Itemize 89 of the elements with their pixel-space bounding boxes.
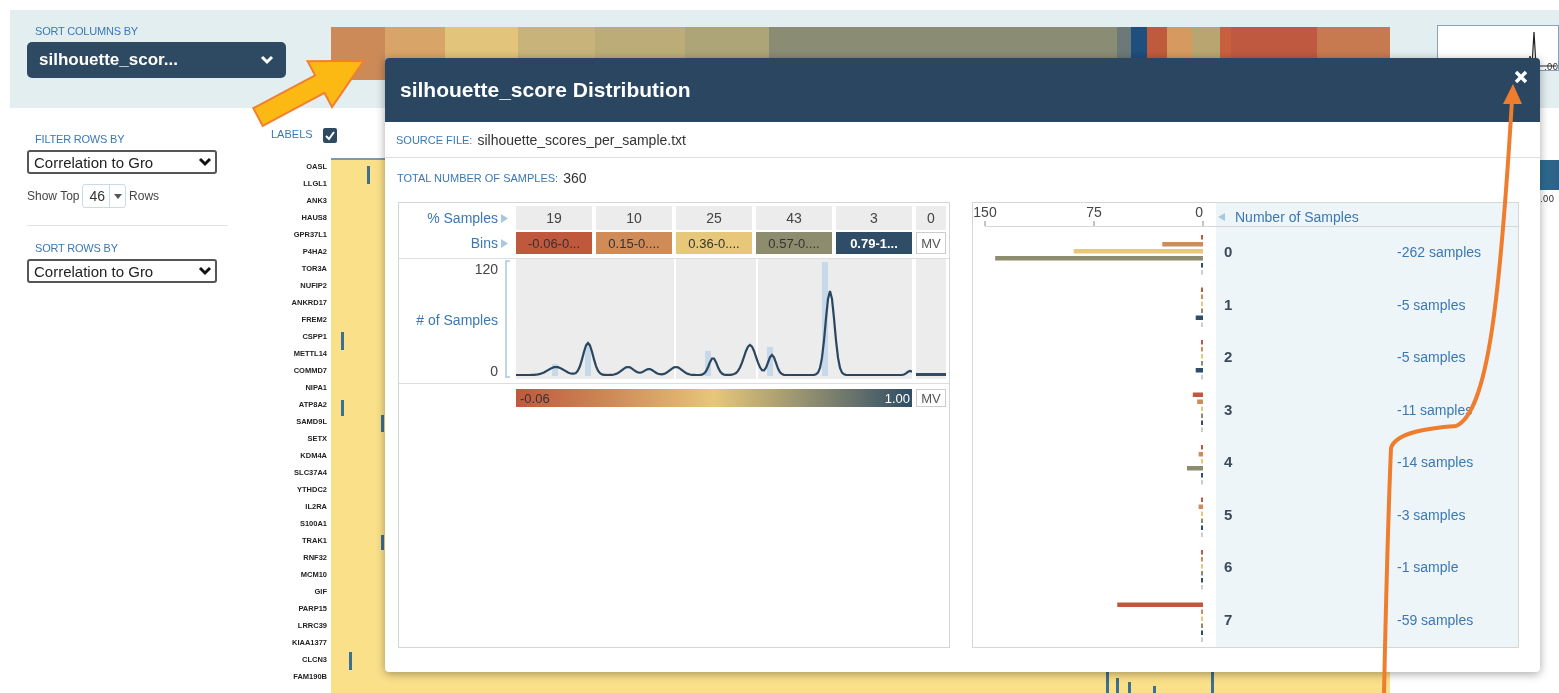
bar <box>1198 452 1203 457</box>
expand-right-icon <box>501 238 508 248</box>
heatmap-cell <box>1211 670 1214 693</box>
percent-cell: 10 <box>596 206 672 230</box>
axis-tick-label: 75 <box>1086 204 1102 220</box>
collapse-left-icon <box>1218 213 1225 221</box>
axis-tick-label: 0 <box>1195 204 1203 220</box>
percent-cell: 19 <box>516 206 592 230</box>
missing-value-line <box>916 373 946 376</box>
total-samples-label: TOTAL NUMBER OF SAMPLES: <box>397 171 559 184</box>
sort-rows-select[interactable]: Correlation to Gro <box>27 259 217 283</box>
labels-label: LABELS <box>271 128 313 140</box>
y-axis-max: 120 <box>474 261 498 277</box>
heatmap-cell <box>1128 682 1131 693</box>
cluster-number: 1 <box>1224 295 1233 313</box>
bar <box>1198 504 1203 509</box>
y-axis-min: 0 <box>490 363 498 379</box>
column-header: Number of Samples <box>1235 209 1359 225</box>
bin-range-tag[interactable]: 0.36-0.... <box>676 232 752 254</box>
cluster-number: 5 <box>1224 505 1233 523</box>
heatmap-cell <box>341 332 344 350</box>
sample-count: -5 samples <box>1397 349 1466 365</box>
heatmap-cell <box>1106 670 1109 693</box>
scale-value: .00 <box>1540 194 1556 204</box>
color-scale-drawing <box>1540 160 1559 190</box>
histogram-bar <box>552 364 558 376</box>
histogram-bar <box>767 347 773 376</box>
percent-cell: 43 <box>756 206 832 230</box>
total-samples-value: 360 <box>563 169 587 186</box>
scale-value: .00 <box>1544 62 1559 72</box>
cluster-number: 0 <box>1224 243 1233 260</box>
heatmap-cell <box>1153 686 1156 693</box>
cluster-number: 6 <box>1224 558 1233 575</box>
bins-label: Bins <box>470 235 498 251</box>
filter-rows-label: FILTER ROWS BY <box>34 133 125 145</box>
histogram-bar <box>705 351 711 376</box>
expand-right-icon <box>501 213 508 223</box>
bin-range-tag[interactable]: 0.57-0.... <box>756 232 832 254</box>
bar <box>1162 242 1203 247</box>
close-button[interactable] <box>1512 68 1530 86</box>
caret-down-icon <box>113 193 122 199</box>
heatmap-cell <box>367 166 370 184</box>
chevron-down-icon <box>260 55 274 65</box>
cluster-number: 7 <box>1224 610 1233 628</box>
cluster-number: 2 <box>1224 348 1233 365</box>
histogram-bar <box>585 343 591 376</box>
bin-range-tag[interactable]: 0.79-1... <box>836 232 912 254</box>
chevron-down-icon <box>198 157 212 167</box>
sample-count: -262 samples <box>1397 244 1482 260</box>
heatmap-cell <box>381 535 384 550</box>
heatmap-cell <box>1116 678 1119 693</box>
bar <box>1195 315 1203 320</box>
rows-label: Rows <box>129 189 160 203</box>
cluster-number: 3 <box>1224 400 1233 418</box>
source-file-label: SOURCE FILE: <box>396 133 473 146</box>
heatmap-cell <box>349 652 352 670</box>
color-gradient-bar: -0.06 1.00 <box>516 389 912 407</box>
bar <box>1197 399 1203 404</box>
percent-cell: 0 <box>916 206 946 230</box>
y-axis-title: # of Samples <box>416 312 498 328</box>
sample-count: -59 samples <box>1397 611 1474 628</box>
close-icon <box>1514 70 1528 84</box>
labels-checkbox[interactable] <box>322 128 337 143</box>
percent-cell: 25 <box>676 206 752 230</box>
bar <box>1192 392 1203 397</box>
missing-value-tag[interactable]: MV <box>916 232 946 254</box>
sort-columns-dropdown[interactable]: silhouette_scor... <box>27 42 286 78</box>
dialog-title: silhouette_score Distribution <box>400 78 691 102</box>
axis-tick-label: 150 <box>973 204 997 220</box>
show-top-label: Show Top <box>27 189 80 203</box>
percent-cell: 3 <box>836 206 912 230</box>
sample-count: -3 samples <box>1397 506 1466 523</box>
source-file-name: silhouette_scores_per_sample.txt <box>477 131 686 148</box>
sort-rows-label: SORT ROWS BY <box>34 242 118 254</box>
bar <box>1195 368 1203 373</box>
sample-count: -1 sample <box>1397 559 1459 575</box>
sample-count: -5 samples <box>1397 296 1466 313</box>
bar <box>1187 466 1203 471</box>
cluster-number: 4 <box>1224 453 1233 470</box>
missing-value-tag: MV <box>916 389 946 407</box>
bin-range-tag[interactable]: 0.15-0.... <box>596 232 672 254</box>
heatmap-cell <box>341 400 344 416</box>
row-count-field[interactable]: 46 <box>82 184 127 208</box>
heatmap-cell <box>381 415 384 432</box>
sample-count: -14 samples <box>1397 454 1474 470</box>
filter-rows-select[interactable]: Correlation to Gro <box>27 150 217 174</box>
sort-columns-label: SORT COLUMNS BY <box>34 25 139 37</box>
percent-samples-label: % Samples <box>427 210 498 226</box>
chevron-down-icon <box>198 266 212 276</box>
